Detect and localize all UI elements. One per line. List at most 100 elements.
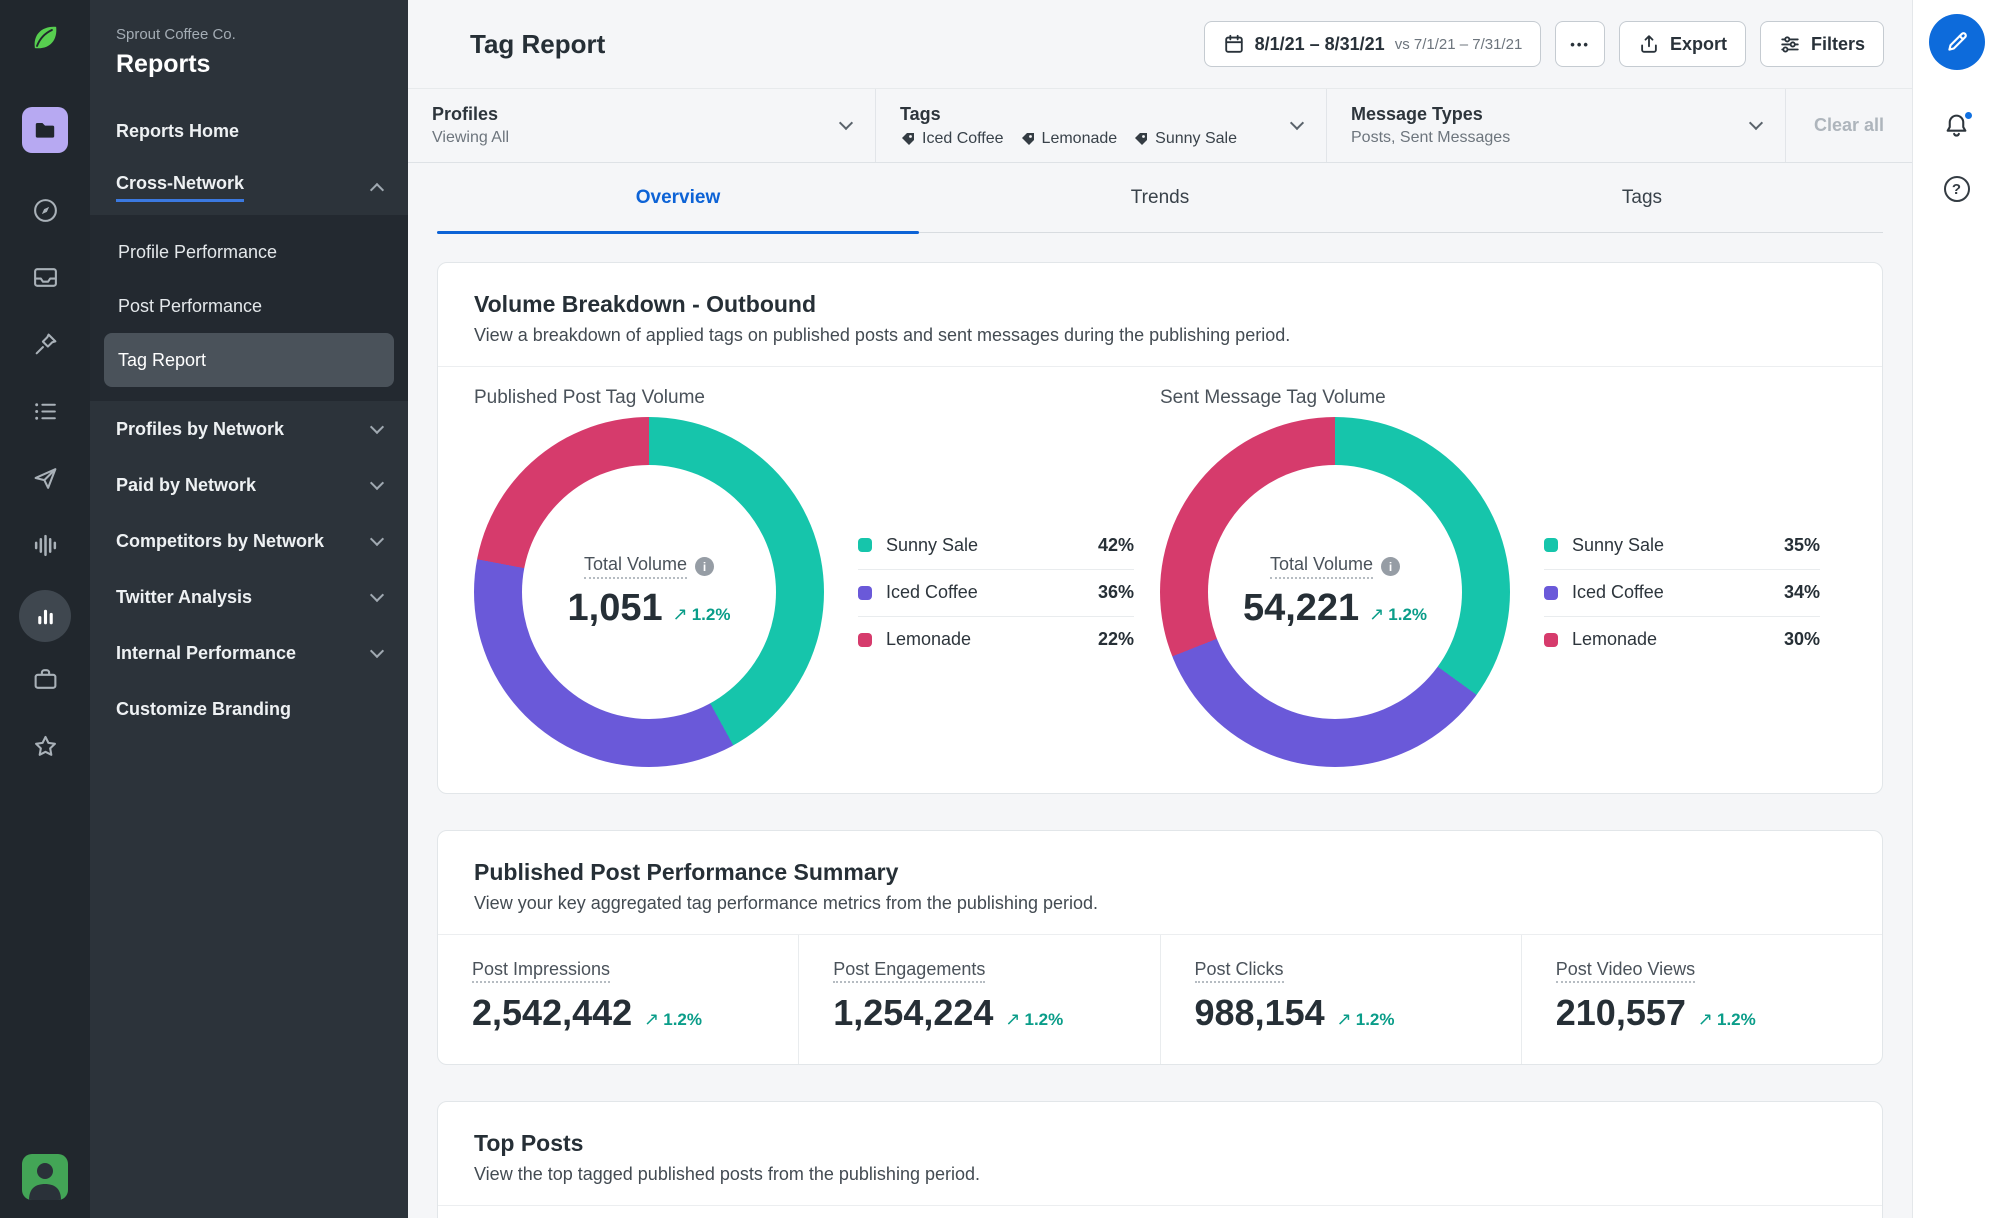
legend-label: Sunny Sale bbox=[1572, 535, 1784, 556]
delta-value: 1.2% bbox=[663, 1010, 702, 1030]
donut-charts-row: Published Post Tag Volume Total Volume bbox=[438, 367, 1882, 793]
tag-chip: Iced Coffee bbox=[900, 130, 1004, 148]
profiles-filter[interactable]: Profiles Viewing All bbox=[408, 89, 876, 162]
chevron-down-icon bbox=[370, 643, 384, 657]
chevron-down-icon bbox=[839, 116, 853, 130]
compass-icon[interactable] bbox=[19, 188, 71, 232]
star-icon[interactable] bbox=[19, 724, 71, 768]
tag-chip-label: Iced Coffee bbox=[922, 130, 1004, 148]
info-icon[interactable] bbox=[695, 557, 714, 576]
sidebar-item-customize-branding[interactable]: Customize Branding bbox=[90, 681, 408, 737]
pin-icon[interactable] bbox=[19, 322, 71, 366]
metric-label[interactable]: Post Video Views bbox=[1556, 959, 1695, 983]
sidebar-item-profile-performance[interactable]: Profile Performance bbox=[104, 225, 394, 279]
trend-up-icon: ↗ bbox=[1005, 1009, 1020, 1030]
chevron-down-icon bbox=[370, 531, 384, 545]
sidebar-group-cross-network[interactable]: Cross-Network bbox=[90, 159, 408, 215]
metric-post-clicks: Post Clicks 988,154 ↗ 1.2% bbox=[1160, 935, 1521, 1064]
card-description: View the top tagged published posts from… bbox=[474, 1164, 1846, 1185]
list-icon[interactable] bbox=[19, 389, 71, 433]
sidebar-item-post-performance[interactable]: Post Performance bbox=[104, 279, 394, 333]
sent-message-donut[interactable]: Total Volume 54,221 ↗ 1.2% bbox=[1160, 417, 1510, 767]
legend-row[interactable]: Lemonade 22% bbox=[858, 616, 1134, 663]
sprout-logo-icon[interactable] bbox=[23, 16, 67, 60]
date-range-button[interactable]: 8/1/21 – 8/31/21 vs 7/1/21 – 7/31/21 bbox=[1204, 21, 1542, 67]
legend-value: 35% bbox=[1784, 535, 1820, 556]
legend-swatch bbox=[1544, 633, 1558, 647]
more-options-button[interactable]: ••• bbox=[1555, 21, 1605, 67]
tag-chip: Lemonade bbox=[1020, 130, 1118, 148]
chart-label: Sent Message Tag Volume bbox=[1160, 387, 1846, 409]
trend-up-icon: ↗ bbox=[1337, 1009, 1352, 1030]
sidebar-group-competitors-by-network[interactable]: Competitors by Network bbox=[90, 513, 408, 569]
donut-center: Total Volume 1,051 ↗ 1.2% bbox=[522, 465, 776, 719]
calendar-icon bbox=[1223, 33, 1245, 55]
total-volume-label: Total Volume bbox=[584, 554, 687, 579]
legend-row[interactable]: Sunny Sale 42% bbox=[858, 522, 1134, 569]
legend-row[interactable]: Sunny Sale 35% bbox=[1544, 522, 1820, 569]
sidebar-group-profiles-by-network[interactable]: Profiles by Network bbox=[90, 401, 408, 457]
tab-trends[interactable]: Trends bbox=[919, 163, 1401, 232]
clear-all-button[interactable]: Clear all bbox=[1808, 114, 1890, 137]
tag-icon bbox=[900, 131, 916, 147]
send-icon[interactable] bbox=[19, 456, 71, 500]
tag-chips: Iced Coffee Lemonade Sunny Sale bbox=[900, 130, 1292, 148]
sidebar-group-paid-by-network[interactable]: Paid by Network bbox=[90, 457, 408, 513]
compose-button[interactable] bbox=[1929, 14, 1985, 70]
chevron-down-icon bbox=[370, 419, 384, 433]
tags-filter[interactable]: Tags Iced Coffee Lemonade Sunny Sale bbox=[876, 89, 1327, 162]
header-actions: 8/1/21 – 8/31/21 vs 7/1/21 – 7/31/21 •••… bbox=[1204, 21, 1884, 67]
folder-icon[interactable] bbox=[19, 106, 71, 154]
inbox-icon[interactable] bbox=[19, 255, 71, 299]
page-title: Tag Report bbox=[470, 29, 605, 60]
help-button[interactable] bbox=[1944, 176, 1970, 202]
trend-delta: ↗ 1.2% bbox=[1369, 604, 1427, 625]
sidebar-item-tag-report[interactable]: Tag Report bbox=[104, 333, 394, 387]
icon-rail bbox=[0, 0, 90, 1218]
trend-up-icon: ↗ bbox=[673, 604, 688, 625]
card-header: Published Post Performance Summary View … bbox=[438, 831, 1882, 935]
filters-button[interactable]: Filters bbox=[1760, 21, 1884, 67]
page-header: Tag Report 8/1/21 – 8/31/21 vs 7/1/21 – … bbox=[408, 0, 1912, 89]
ellipsis-icon: ••• bbox=[1570, 37, 1590, 52]
sidebar-group-label: Profiles by Network bbox=[116, 419, 284, 440]
legend-row[interactable]: Lemonade 30% bbox=[1544, 616, 1820, 663]
tab-overview[interactable]: Overview bbox=[437, 163, 919, 232]
metric-label[interactable]: Post Clicks bbox=[1195, 959, 1284, 983]
user-avatar[interactable] bbox=[22, 1154, 68, 1200]
profiles-filter-value: Viewing All bbox=[432, 129, 841, 147]
export-icon bbox=[1638, 33, 1660, 55]
briefcase-icon[interactable] bbox=[19, 657, 71, 701]
trend-delta: ↗ 1.2% bbox=[644, 1009, 702, 1030]
export-button[interactable]: Export bbox=[1619, 21, 1746, 67]
published-post-donut[interactable]: Total Volume 1,051 ↗ 1.2% bbox=[474, 417, 824, 767]
sidebar-group-twitter-analysis[interactable]: Twitter Analysis bbox=[90, 569, 408, 625]
metric-label[interactable]: Post Impressions bbox=[472, 959, 610, 983]
card-title: Volume Breakdown - Outbound bbox=[474, 291, 1846, 318]
legend-row[interactable]: Iced Coffee 36% bbox=[858, 569, 1134, 616]
waveform-icon[interactable] bbox=[19, 523, 71, 567]
notifications-button[interactable] bbox=[1943, 112, 1970, 142]
legend-row[interactable]: Iced Coffee 34% bbox=[1544, 569, 1820, 616]
reports-sidebar: Sprout Coffee Co. Reports Reports Home C… bbox=[90, 0, 408, 1218]
trend-up-icon: ↗ bbox=[1369, 604, 1384, 625]
tab-tags[interactable]: Tags bbox=[1401, 163, 1883, 232]
date-range-text: 8/1/21 – 8/31/21 bbox=[1255, 34, 1385, 55]
message-types-filter[interactable]: Message Types Posts, Sent Messages bbox=[1327, 89, 1786, 162]
sidebar-group-label: Twitter Analysis bbox=[116, 587, 252, 608]
active-icon-background bbox=[19, 590, 71, 642]
sidebar-item-reports-home[interactable]: Reports Home bbox=[90, 103, 408, 159]
legend-label: Iced Coffee bbox=[1572, 582, 1784, 603]
metric-value: 988,154 bbox=[1195, 992, 1325, 1034]
info-icon[interactable] bbox=[1381, 557, 1400, 576]
company-name: Sprout Coffee Co. bbox=[116, 26, 382, 43]
tag-chip: Sunny Sale bbox=[1133, 130, 1237, 148]
delta-value: 1.2% bbox=[1025, 1010, 1064, 1030]
notification-dot bbox=[1963, 110, 1974, 121]
reports-chart-icon[interactable] bbox=[19, 590, 71, 642]
chart-legend: Sunny Sale 35% Iced Coffee 34% bbox=[1544, 522, 1820, 663]
cross-network-subnav: Profile Performance Post Performance Tag… bbox=[90, 215, 408, 401]
metric-label[interactable]: Post Engagements bbox=[833, 959, 985, 983]
metric-post-video-views: Post Video Views 210,557 ↗ 1.2% bbox=[1521, 935, 1882, 1064]
sidebar-group-internal-performance[interactable]: Internal Performance bbox=[90, 625, 408, 681]
